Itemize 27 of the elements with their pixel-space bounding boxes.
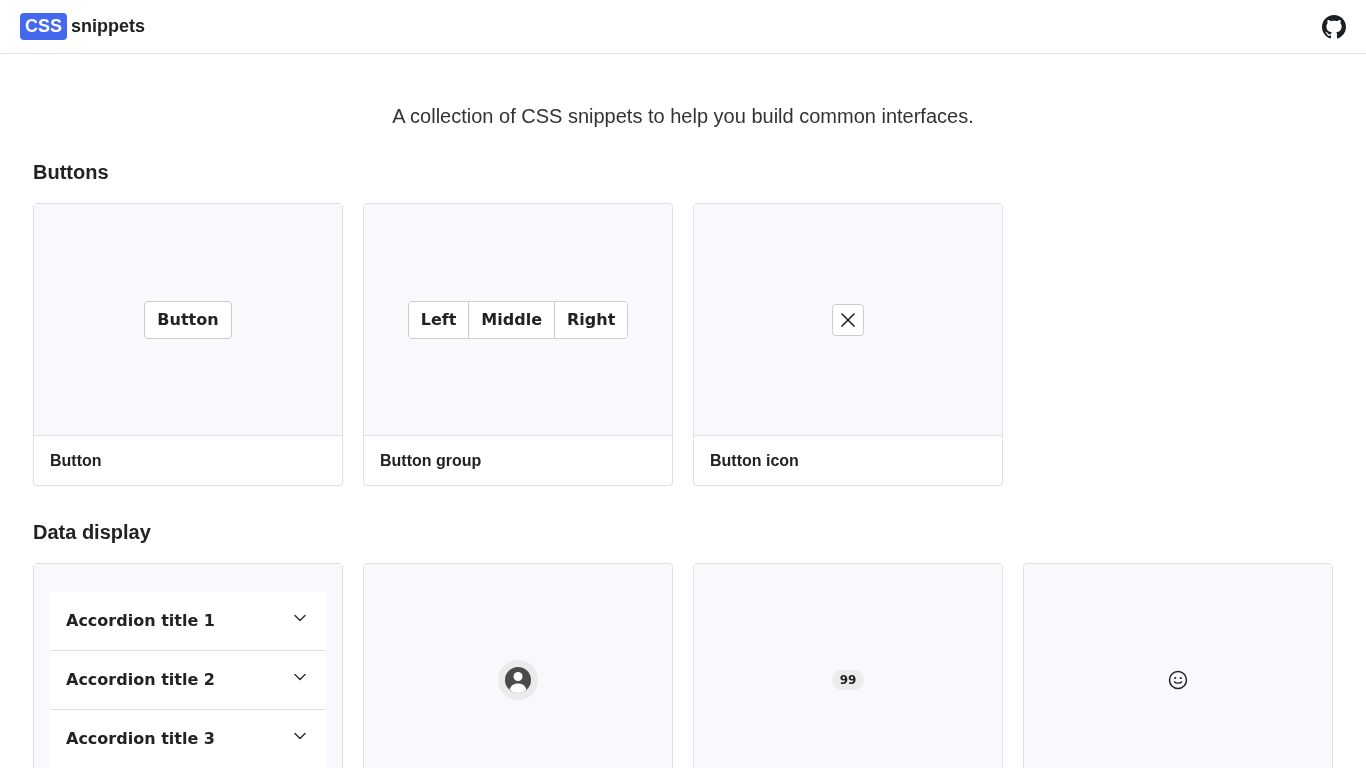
chevron-down-icon	[294, 731, 306, 740]
count-badge: 99	[831, 669, 865, 690]
smiley-icon	[1168, 669, 1188, 690]
snippet-card[interactable]: 99	[693, 563, 1003, 768]
chevron-down-icon	[294, 672, 306, 681]
github-icon[interactable]	[1322, 14, 1346, 39]
close-icon	[841, 312, 855, 327]
snippet-card[interactable]: Button icon	[693, 203, 1003, 486]
snippet-card[interactable]: Button Button	[33, 203, 343, 486]
snippet-card[interactable]: Left Middle Right Button group	[363, 203, 673, 486]
tagline: A collection of CSS snippets to help you build common interfaces.	[391, 104, 975, 128]
card-title: Button	[50, 451, 102, 470]
section-title: Buttons	[33, 160, 110, 184]
logo-text[interactable]: snippets	[71, 16, 146, 37]
snippet-card[interactable]: Accordion title 1 Accordion title 2 Accordion title 3	[33, 563, 343, 768]
avatar-icon	[498, 659, 538, 700]
accordion-item[interactable]: Accordion title 2	[50, 650, 326, 709]
demo-button[interactable]: Button	[144, 300, 232, 339]
chevron-down-icon	[294, 613, 306, 622]
accordion-item[interactable]: Accordion title 3	[50, 709, 326, 768]
group-button[interactable]: Right	[554, 301, 628, 338]
close-button[interactable]	[832, 303, 864, 336]
logo-mark[interactable]: CSS	[20, 13, 67, 40]
card-title: Button icon	[710, 451, 799, 470]
section-title: Data display	[33, 520, 152, 544]
card-title: Button group	[380, 451, 482, 470]
accordion-item[interactable]: Accordion title 1	[50, 591, 326, 650]
